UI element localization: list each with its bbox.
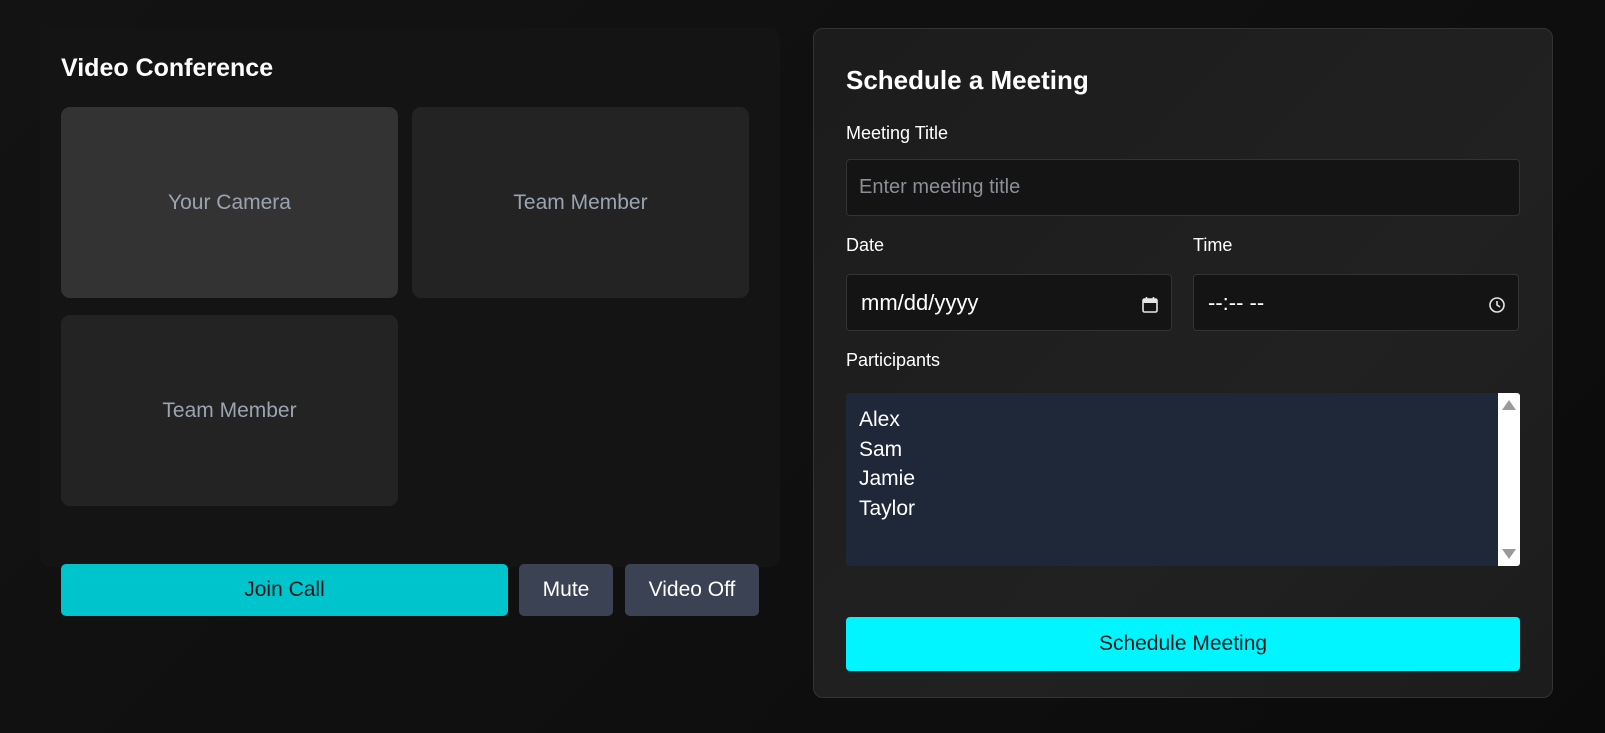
team-member-tile: Team Member xyxy=(412,107,749,298)
your-camera-tile: Your Camera xyxy=(61,107,398,298)
mute-button[interactable]: Mute xyxy=(519,564,613,616)
schedule-title: Schedule a Meeting xyxy=(846,65,1089,95)
team-member-tile: Team Member xyxy=(61,315,398,506)
scroll-up-arrow-icon[interactable] xyxy=(1502,400,1516,410)
join-call-button[interactable]: Join Call xyxy=(61,564,508,616)
meeting-title-input[interactable]: Enter meeting title xyxy=(846,159,1520,216)
video-conference-panel: Video Conference Your Camera Team Member… xyxy=(40,28,780,616)
date-input[interactable]: mm/dd/yyyy xyxy=(846,274,1172,331)
meeting-title-label: Meeting Title xyxy=(846,123,949,143)
meeting-title-placeholder: Enter meeting title xyxy=(859,176,1021,198)
participants-scrollbar[interactable] xyxy=(1498,393,1520,566)
participant-list: Alex Sam Jamie Taylor xyxy=(859,405,915,523)
participants-select[interactable]: Alex Sam Jamie Taylor xyxy=(846,393,1520,566)
clock-icon[interactable] xyxy=(1488,294,1506,313)
participant-option[interactable]: Alex xyxy=(859,405,915,435)
participant-option[interactable]: Jamie xyxy=(859,464,915,494)
calendar-icon[interactable] xyxy=(1141,294,1159,313)
scroll-down-arrow-icon[interactable] xyxy=(1502,549,1516,559)
schedule-meeting-panel: Schedule a Meeting Meeting Title Enter m… xyxy=(813,28,1553,698)
tile-label: Team Member xyxy=(162,398,297,422)
tile-label: Team Member xyxy=(513,190,648,214)
video-conference-title: Video Conference xyxy=(61,54,274,82)
time-label: Time xyxy=(1193,235,1233,255)
date-label: Date xyxy=(846,235,885,255)
date-value: mm/dd/yyyy xyxy=(861,289,979,315)
participants-label: Participants xyxy=(846,350,941,370)
time-value: --:-- -- xyxy=(1208,289,1265,315)
video-off-button[interactable]: Video Off xyxy=(625,564,759,616)
time-input[interactable]: --:-- -- xyxy=(1193,274,1519,331)
schedule-meeting-button[interactable]: Schedule Meeting xyxy=(846,617,1520,671)
participant-option[interactable]: Sam xyxy=(859,435,915,465)
tile-label: Your Camera xyxy=(168,190,291,214)
participant-option[interactable]: Taylor xyxy=(859,494,915,524)
